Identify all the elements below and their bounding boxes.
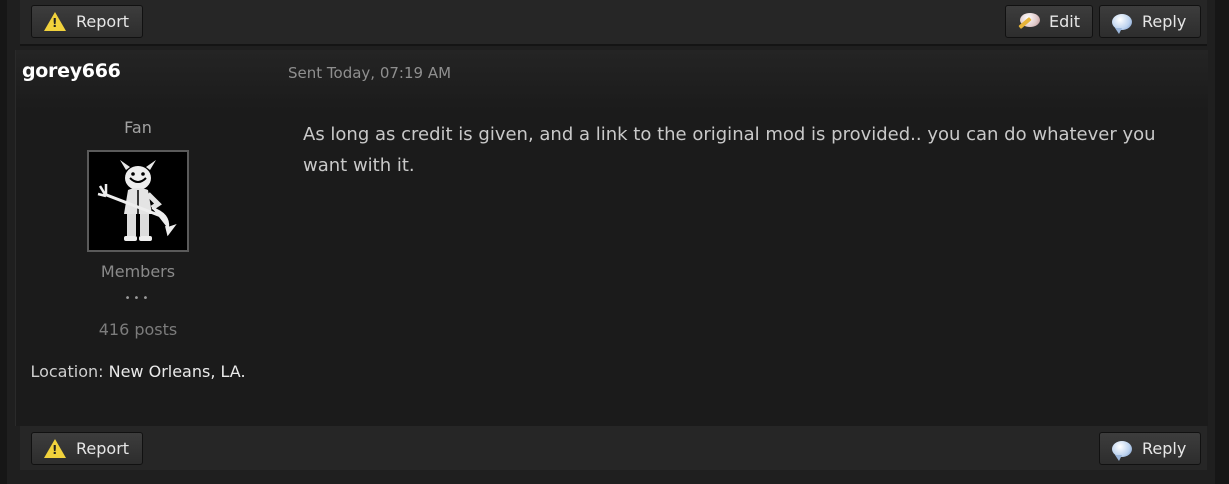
report-button[interactable]: ! Report xyxy=(31,5,143,38)
edit-button-label: Edit xyxy=(1049,12,1080,31)
location-label: Location: xyxy=(30,362,104,381)
reply-button-label: Reply xyxy=(1142,12,1187,31)
report-button-label: Report xyxy=(76,12,130,31)
user-location: Location: New Orleans, LA. xyxy=(28,358,248,385)
speech-bubble-icon xyxy=(1112,440,1132,461)
reply-button[interactable]: Reply xyxy=(1099,432,1201,465)
edit-button[interactable]: Edit xyxy=(1005,5,1093,38)
report-button[interactable]: ! Report xyxy=(31,432,143,465)
member-group: Members xyxy=(100,262,176,281)
reply-button-label: Reply xyxy=(1142,439,1187,458)
location-value: New Orleans, LA. xyxy=(108,362,246,381)
edit-icon xyxy=(1018,12,1040,31)
post-count: 416 posts xyxy=(98,320,178,339)
post-actions-bar xyxy=(20,426,1207,470)
post-author-username[interactable]: gorey666 xyxy=(22,60,121,82)
warning-icon: ! xyxy=(44,12,66,31)
devil-mascot-icon xyxy=(97,160,177,241)
post-timestamp: Sent Today, 07:19 AM xyxy=(288,64,452,82)
report-button-label: Report xyxy=(76,439,130,458)
reply-button[interactable]: Reply xyxy=(1099,5,1201,38)
warning-icon: ! xyxy=(44,439,66,458)
rank-pips: ••• xyxy=(124,293,152,304)
post-message: As long as credit is given, and a link t… xyxy=(303,124,1156,176)
speech-bubble-icon xyxy=(1112,13,1132,34)
user-title: Fan xyxy=(124,118,152,137)
avatar[interactable] xyxy=(87,150,189,252)
